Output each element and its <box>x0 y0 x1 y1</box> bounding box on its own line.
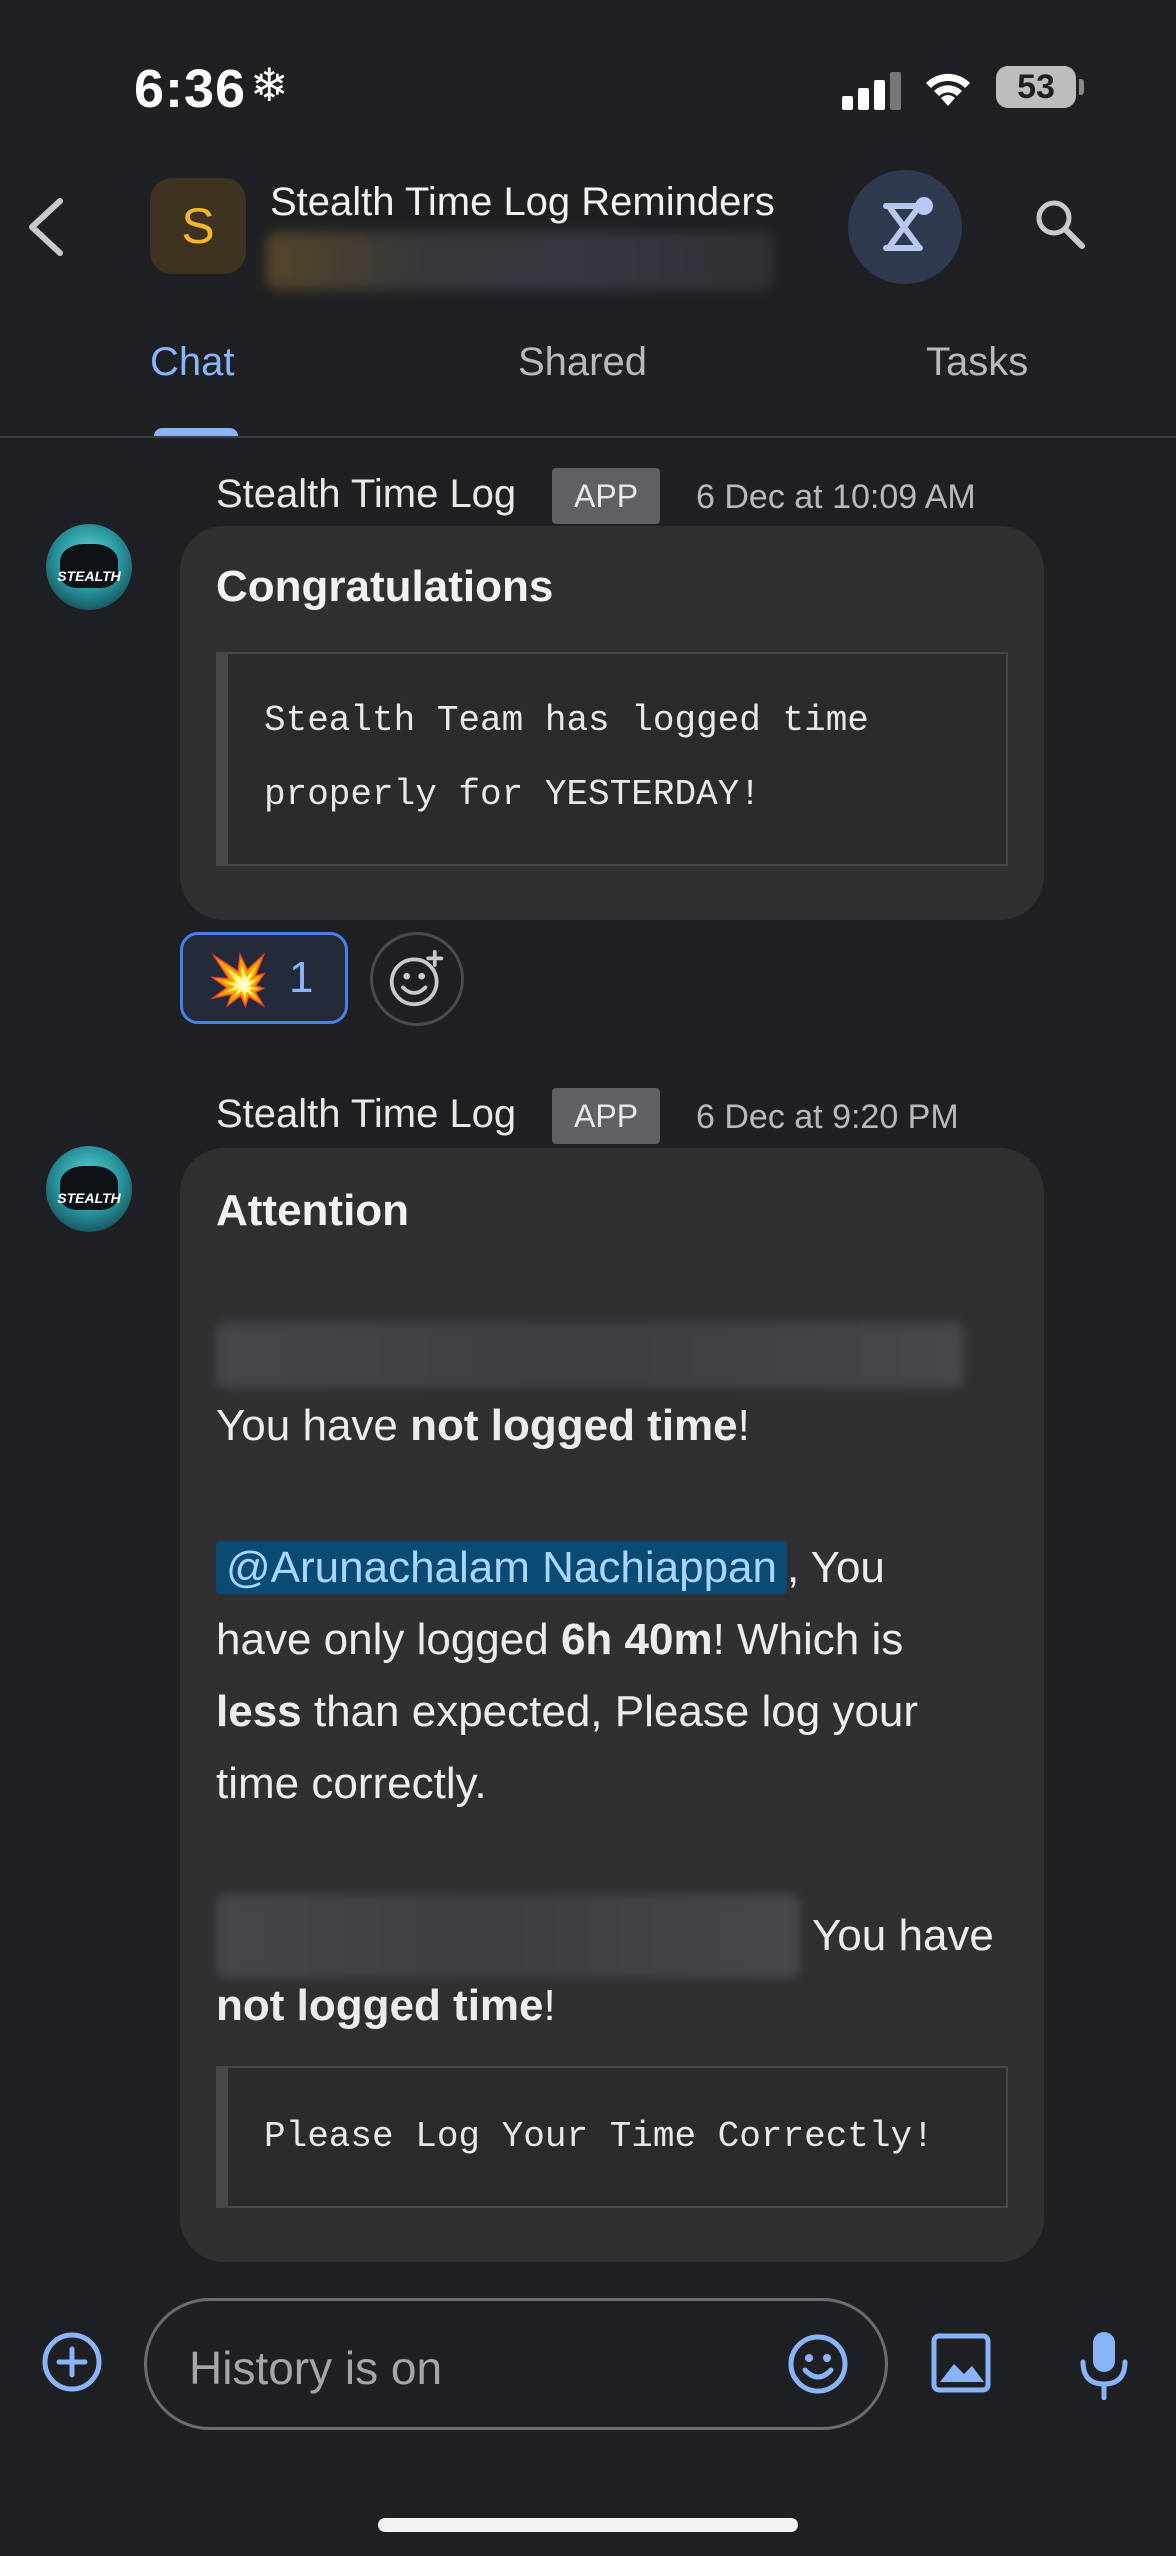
bot-avatar[interactable]: STEALTH <box>46 1146 132 1232</box>
integration-icon <box>883 197 933 251</box>
microphone-icon[interactable] <box>1078 2330 1130 2400</box>
avatar-logo-text: STEALTH <box>57 568 121 584</box>
integration-app-button[interactable] <box>848 170 962 284</box>
code-line: Please Log Your Time Correctly! <box>264 2116 934 2157</box>
message-input[interactable] <box>187 2337 751 2399</box>
card-title: Congratulations <box>216 562 554 611</box>
user-mention[interactable]: @Arunachalam Nachiappan <box>216 1541 787 1594</box>
reaction-count: 1 <box>289 953 314 1002</box>
avatar-logo-text: STEALTH <box>57 1190 121 1206</box>
bot-avatar[interactable]: STEALTH <box>46 524 132 610</box>
tab-tasks[interactable]: Tasks <box>926 340 1028 385</box>
redacted-text <box>216 1894 800 1978</box>
not-logged-line: You have not logged time! <box>216 1401 750 1450</box>
add-reaction-icon[interactable] <box>370 932 464 1026</box>
app-badge: APP <box>552 1088 661 1144</box>
space-avatar[interactable]: S <box>150 178 246 274</box>
code-block: Please Log Your Time Correctly! <box>216 2066 1008 2208</box>
message-composer[interactable] <box>144 2298 888 2430</box>
message-timestamp: 6 Dec at 10:09 AM <box>696 478 976 516</box>
code-block: Stealth Team has logged time properly fo… <box>216 652 1008 866</box>
not-logged-line: You have <box>812 1911 994 1960</box>
space-subtitle-redacted <box>266 232 774 290</box>
search-icon[interactable] <box>1030 194 1090 254</box>
message-sender: Stealth Time Log <box>216 472 517 516</box>
code-line: Stealth Team has logged time <box>264 700 869 741</box>
message-timestamp: 6 Dec at 9:20 PM <box>696 1098 959 1136</box>
image-icon[interactable] <box>930 2332 992 2394</box>
battery-icon: 53 <box>996 66 1084 108</box>
snowflake-icon: ❄ <box>250 59 289 111</box>
back-chevron-icon[interactable] <box>22 195 72 259</box>
wifi-icon <box>926 73 970 106</box>
card-title: Attention <box>216 1186 410 1235</box>
collision-emoji: 💥 <box>207 952 270 1008</box>
reaction-chip[interactable]: 💥 1 <box>180 932 348 1024</box>
message-card[interactable]: Attention You have not logged time! @Aru… <box>180 1148 1044 2262</box>
message-card[interactable]: Congratulations Stealth Team has logged … <box>180 526 1044 920</box>
space-title[interactable]: Stealth Time Log Reminders <box>270 180 775 225</box>
home-indicator[interactable] <box>378 2518 798 2532</box>
tab-shared[interactable]: Shared <box>518 340 647 385</box>
tab-divider <box>0 436 1176 438</box>
code-line: properly for YESTERDAY! <box>264 774 761 815</box>
cellular-signal-icon <box>842 70 902 110</box>
message-sender: Stealth Time Log <box>216 1092 517 1136</box>
redacted-text <box>216 1322 964 1388</box>
mention-paragraph: @Arunachalam Nachiappan, You have only l… <box>216 1541 919 1808</box>
not-logged-line: not logged time! <box>216 1981 556 2030</box>
app-badge: APP <box>552 468 661 524</box>
status-time: 6:36 <box>134 59 247 119</box>
emoji-icon[interactable] <box>786 2332 850 2396</box>
tab-chat[interactable]: Chat <box>150 340 235 385</box>
add-attachment-icon[interactable] <box>40 2330 104 2394</box>
